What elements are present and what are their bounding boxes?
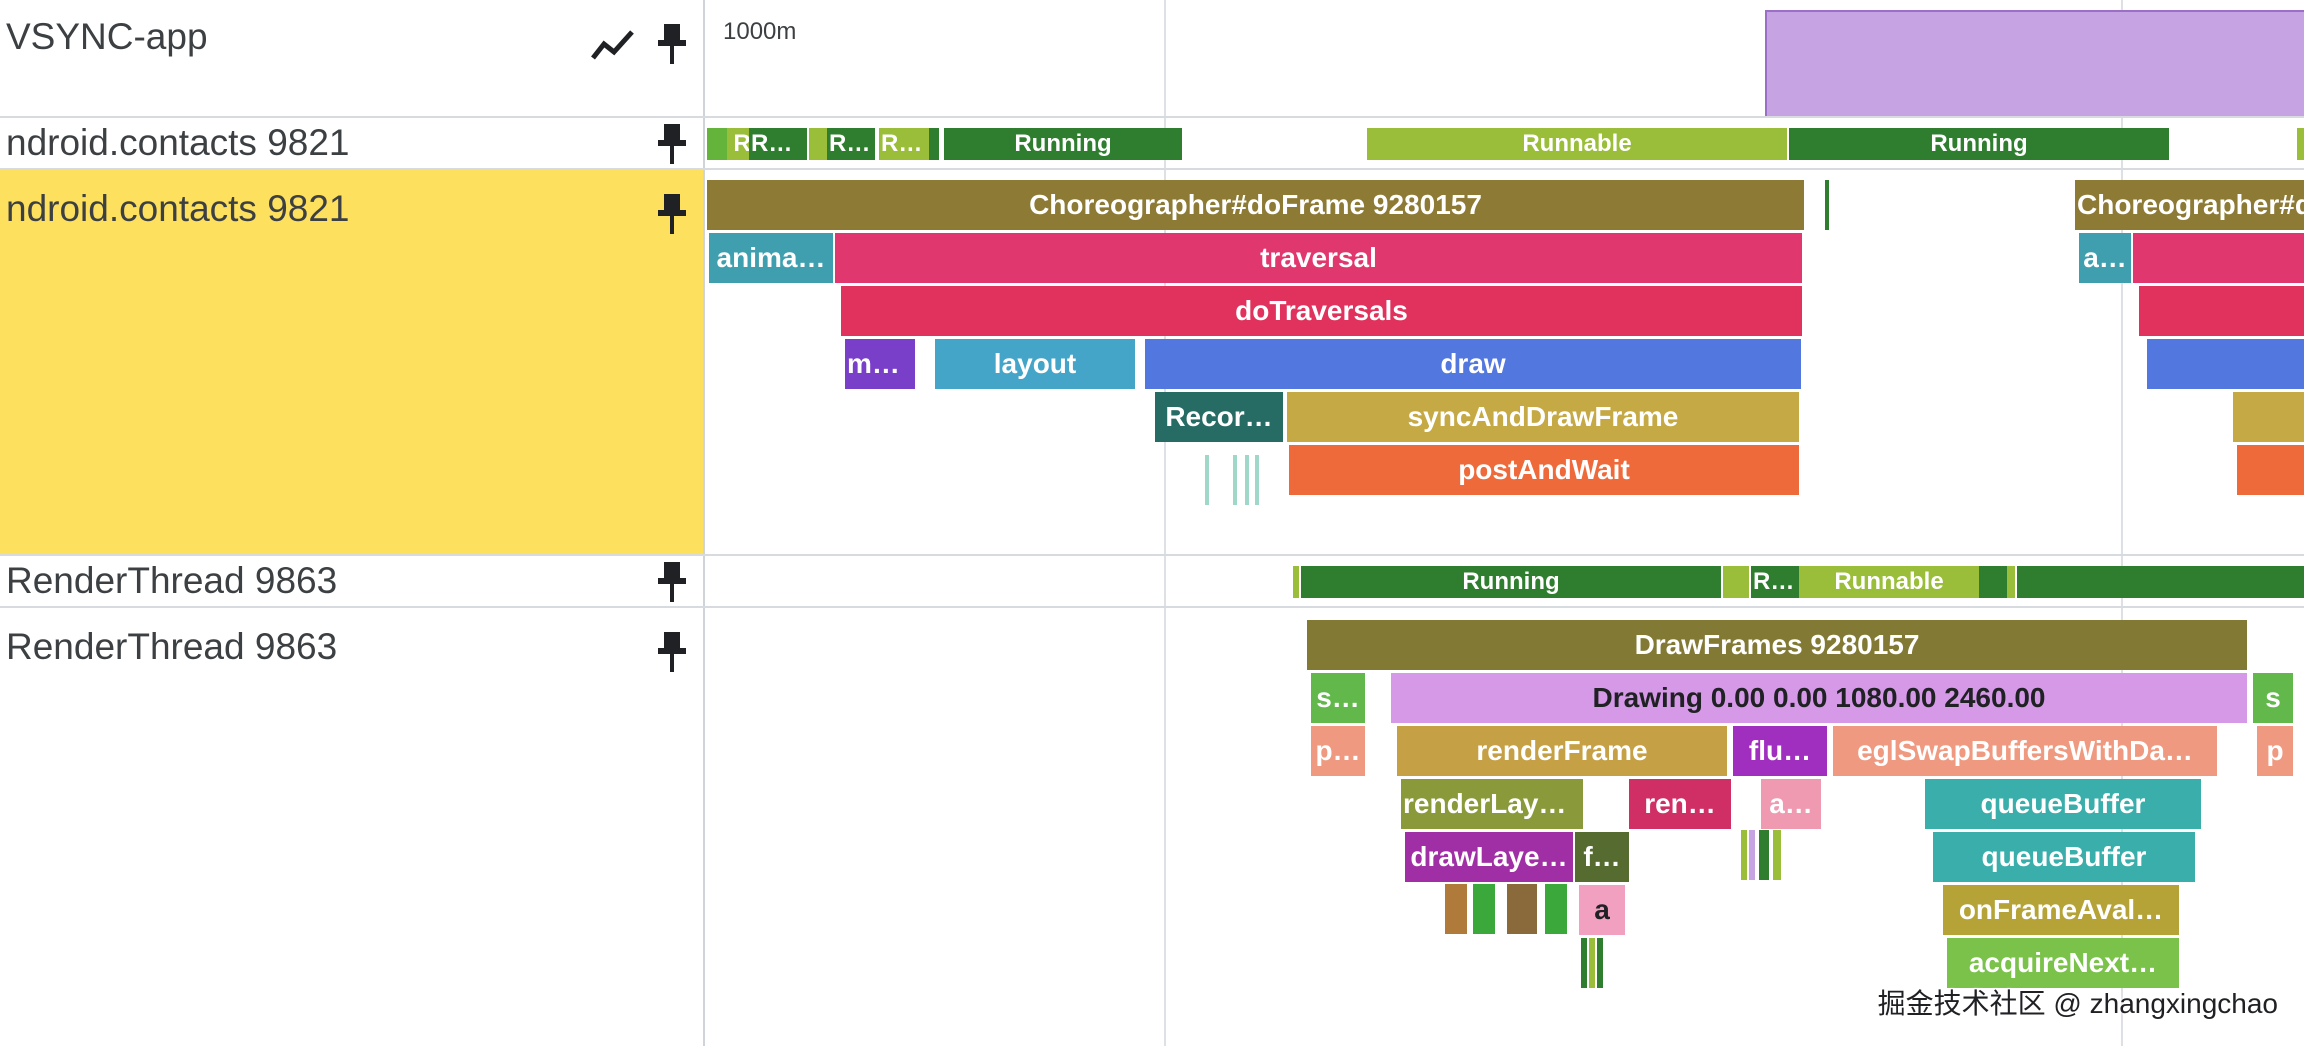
thin-slice xyxy=(1445,884,1467,934)
track-main-thread-slices: ndroid.contacts 9821 Choreographer#doFra… xyxy=(0,170,2304,556)
thread-state-segment[interactable] xyxy=(1979,566,2007,598)
thread-state-segment[interactable] xyxy=(2297,128,2304,160)
track-label[interactable]: VSYNC-app xyxy=(0,0,705,116)
timeline-scale-label: 1000m xyxy=(723,18,797,45)
track-label[interactable]: ndroid.contacts 9821 xyxy=(0,118,705,168)
track-render-thread-slices: RenderThread 9863 DrawFrames 9280157 s… Dr… xyxy=(0,608,2304,1046)
slice-drawing-0-00-0-00-1080-00-2460-00[interactable]: Drawing 0.00 0.00 1080.00 2460.00 xyxy=(1391,673,2247,723)
thread-state-runn[interactable]: Runn… xyxy=(749,128,807,160)
thin-slice xyxy=(1233,455,1237,505)
slice-p[interactable]: p xyxy=(2257,726,2293,776)
pin-icon[interactable] xyxy=(656,630,688,674)
slice-a[interactable]: a… xyxy=(1761,779,1821,829)
thin-slice xyxy=(1749,830,1755,880)
thin-slice xyxy=(1773,830,1781,880)
thread-state-segment[interactable] xyxy=(1723,566,1749,598)
slice-unlabeled[interactable] xyxy=(2233,392,2304,442)
track-label[interactable]: RenderThread 9863 xyxy=(0,556,705,606)
line-graph-icon[interactable] xyxy=(590,24,636,64)
slice-s[interactable]: s xyxy=(2253,673,2293,723)
track-title: ndroid.contacts 9821 xyxy=(6,122,350,163)
thin-slice xyxy=(1473,884,1495,934)
slice-renderframe[interactable]: renderFrame xyxy=(1397,726,1727,776)
vsync-area: 1000m xyxy=(707,0,2304,116)
thread-state-runnable[interactable]: Runnable xyxy=(1367,128,1787,160)
slice-p[interactable]: p… xyxy=(1311,726,1365,776)
slice-anima[interactable]: anima… xyxy=(709,233,833,283)
thin-slice xyxy=(1581,938,1587,988)
track-label[interactable]: RenderThread 9863 xyxy=(0,608,705,1046)
track-title: RenderThread 9863 xyxy=(6,560,338,601)
slice-drawframes-9280157[interactable]: DrawFrames 9280157 xyxy=(1307,620,2247,670)
pin-icon[interactable] xyxy=(656,192,688,236)
slice-layout[interactable]: layout xyxy=(935,339,1135,389)
slice-traversal[interactable]: traversal xyxy=(835,233,1802,283)
thread-state-ru[interactable]: Ru… xyxy=(1751,566,1799,598)
slice-a[interactable]: a xyxy=(1579,885,1625,935)
slices-area: Choreographer#doFrame 9280157 Choreograph… xyxy=(707,170,2304,554)
slices-area: DrawFrames 9280157 s… Drawing 0.00 0.00 10… xyxy=(707,608,2304,1046)
slice-unlabeled[interactable] xyxy=(2139,286,2304,336)
slice-syncanddrawframe[interactable]: syncAndDrawFrame xyxy=(1287,392,1799,442)
thread-state-running[interactable]: Running xyxy=(1301,566,1721,598)
thread-state-segment[interactable] xyxy=(2017,566,2304,598)
slice-renderlayer[interactable]: renderLayer… xyxy=(1401,779,1583,829)
thread-state-run[interactable]: Run… xyxy=(879,128,929,160)
thread-state-segment[interactable] xyxy=(929,128,939,160)
slice-choreographer-doframe-9280157[interactable]: Choreographer#doFrame 9280157 xyxy=(707,180,1804,230)
slice-s[interactable]: s… xyxy=(1311,673,1365,723)
track-title: ndroid.contacts 9821 xyxy=(6,188,350,229)
slice-queuebuffer[interactable]: queueBuffer xyxy=(1925,779,2201,829)
thread-state-segment[interactable] xyxy=(1293,566,1299,598)
thread-state-running[interactable]: Running xyxy=(1789,128,2169,160)
slice-recor[interactable]: Recor… xyxy=(1155,392,1283,442)
thin-slice xyxy=(1825,180,1829,230)
track-render-thread-state: RenderThread 9863 Running Ru…Runnable xyxy=(0,556,2304,608)
pin-icon[interactable] xyxy=(656,22,688,66)
slice-queuebuffer[interactable]: queueBuffer xyxy=(1933,832,2195,882)
thread-state-segment[interactable] xyxy=(809,128,827,160)
watermark: 掘金技术社区 @ zhangxingchao xyxy=(1877,988,2278,1019)
thin-slice xyxy=(1545,884,1567,934)
slice-postandwait[interactable]: postAndWait xyxy=(1289,445,1799,495)
thin-slice xyxy=(1507,884,1537,934)
thin-slice xyxy=(1597,938,1603,988)
track-title: RenderThread 9863 xyxy=(6,626,338,667)
slice-drawlaye[interactable]: drawLaye… xyxy=(1405,832,1573,882)
slice-me[interactable]: me… xyxy=(845,339,915,389)
thread-state-run[interactable]: Run… xyxy=(827,128,875,160)
pin-icon[interactable] xyxy=(656,122,688,166)
thin-slice xyxy=(1589,938,1595,988)
thin-slice xyxy=(1255,455,1259,505)
slice-f[interactable]: f… xyxy=(1575,832,1629,882)
thin-slice xyxy=(1205,455,1209,505)
thread-state-segment[interactable] xyxy=(707,128,727,160)
thin-slice xyxy=(1245,455,1249,505)
vsync-counter-bar[interactable] xyxy=(1765,10,2304,116)
track-label[interactable]: ndroid.contacts 9821 xyxy=(0,170,705,554)
slice-ren[interactable]: ren… xyxy=(1629,779,1731,829)
thin-slice xyxy=(1759,830,1769,880)
track-title: VSYNC-app xyxy=(6,16,208,57)
thread-state-runnable[interactable]: Runnable xyxy=(1799,566,1979,598)
thread-state-area: RRunn…Run…Run…RunningRunnableRunning xyxy=(707,118,2304,168)
slice-unlabeled[interactable] xyxy=(2133,233,2304,283)
slice-dotraversals[interactable]: doTraversals xyxy=(841,286,1802,336)
slice-draw[interactable]: draw xyxy=(1145,339,1801,389)
slice-choreographer-doframe-9280157[interactable]: Choreographer#doFrame 9280157 xyxy=(2075,180,2304,230)
slice-flu[interactable]: flu… xyxy=(1733,726,1827,776)
slice-unlabeled[interactable] xyxy=(2147,339,2304,389)
slice-unlabeled[interactable] xyxy=(2237,445,2304,495)
pin-icon[interactable] xyxy=(656,560,688,604)
slice-onframeaval[interactable]: onFrameAval… xyxy=(1943,885,2179,935)
thread-state-area: Running Ru…Runnable xyxy=(707,556,2304,606)
slice-acquirenext[interactable]: acquireNext… xyxy=(1947,938,2179,988)
thin-slice xyxy=(1741,830,1747,880)
track-main-thread-state: ndroid.contacts 9821 RRunn…Run…Run…Runni… xyxy=(0,118,2304,170)
thread-state-running[interactable]: Running xyxy=(944,128,1182,160)
slice-a[interactable]: a… xyxy=(2079,233,2131,283)
track-vsync-app: VSYNC-app 1000m xyxy=(0,0,2304,118)
slice-eglswapbufferswithda[interactable]: eglSwapBuffersWithDa… xyxy=(1833,726,2217,776)
thread-state-segment[interactable] xyxy=(2007,566,2015,598)
